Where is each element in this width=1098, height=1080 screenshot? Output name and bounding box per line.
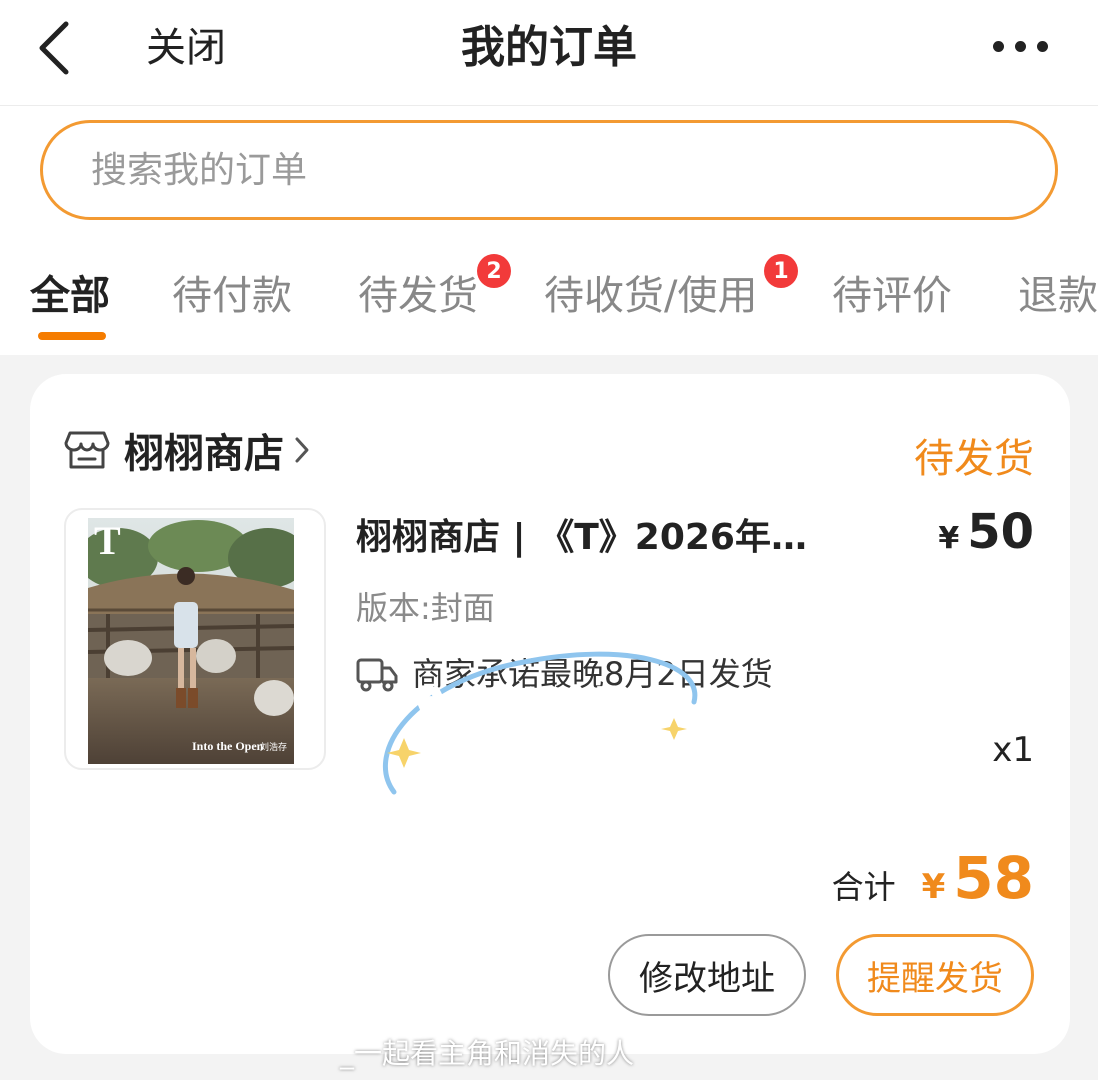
product-thumbnail[interactable]: T Into the Open 刘浩存: [64, 508, 326, 770]
cover-logo: T: [94, 518, 121, 563]
shop-name[interactable]: 栩栩商店: [124, 421, 284, 479]
price-value: 50: [967, 504, 1034, 560]
order-total: 合计 ¥ 58: [832, 844, 1034, 912]
product-title[interactable]: 栩栩商店 | 《T》2026年…: [356, 514, 826, 562]
tab-pending-shipment[interactable]: 待发货: [358, 270, 478, 322]
tab-refund[interactable]: 退款: [1018, 270, 1098, 322]
order-card[interactable]: 栩栩商店 待发货 T Into the Open 刘浩存 栩栩商店 | 《T》2…: [30, 374, 1070, 1054]
more-dots-icon: [1036, 40, 1048, 52]
store-icon: [64, 431, 110, 469]
cover-caption: Into the Open: [192, 739, 264, 753]
pending-shipment-badge: 2: [477, 254, 511, 288]
unit-price: ¥ 50: [938, 504, 1034, 560]
price-currency: ¥: [938, 521, 960, 556]
tab-pending-review[interactable]: 待评价: [832, 270, 952, 322]
total-currency: ¥: [921, 867, 946, 907]
shop-link[interactable]: 栩栩商店: [64, 422, 310, 478]
remind-shipment-button[interactable]: 提醒发货: [836, 934, 1034, 1016]
pending-receipt-badge: 1: [764, 254, 798, 288]
order-status: 待发货: [914, 436, 1034, 482]
search-bar-container: [0, 106, 1098, 230]
shipping-promise: 商家承诺最晚8月2日发货: [356, 652, 773, 696]
quantity: x1: [992, 730, 1034, 770]
page-title: 我的订单: [461, 22, 637, 73]
tab-pending-receipt[interactable]: 待收货/使用: [544, 270, 757, 322]
app-header: 关闭 我的订单: [0, 0, 1098, 106]
modify-address-button[interactable]: 修改地址: [608, 934, 806, 1016]
search-input[interactable]: [91, 149, 1055, 191]
order-tabs: 全部 待付款 待发货 2 待收货/使用 1 待评价 退款: [0, 230, 1098, 355]
search-box[interactable]: [40, 120, 1058, 220]
total-label: 合计: [831, 868, 896, 906]
more-dots-icon: [992, 40, 1004, 52]
tab-pending-payment[interactable]: 待付款: [172, 270, 292, 322]
total-value: 58: [953, 844, 1034, 912]
cover-byline: 刘浩存: [260, 741, 287, 753]
active-tab-indicator: [38, 332, 106, 340]
more-dots-icon: [1014, 40, 1026, 52]
more-button[interactable]: [980, 28, 1060, 64]
product-variant: 版本:封面: [356, 589, 495, 627]
credit-watermark: _一起看主角和消失的人: [340, 1037, 635, 1070]
tab-all[interactable]: 全部: [30, 270, 110, 322]
chevron-right-icon: [294, 435, 310, 465]
magazine-cover-image: T Into the Open 刘浩存: [88, 518, 294, 764]
truck-icon: [356, 658, 398, 692]
shipping-promise-text: 商家承诺最晚8月2日发货: [412, 655, 773, 693]
